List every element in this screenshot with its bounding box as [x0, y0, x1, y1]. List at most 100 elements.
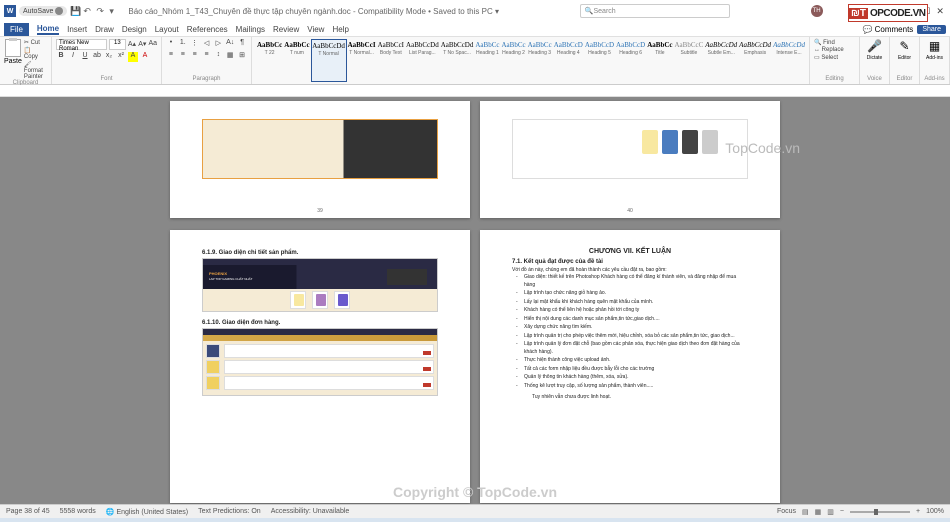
- style-item[interactable]: AaBbCcT 22: [256, 39, 283, 82]
- editor-icon[interactable]: ✎: [897, 39, 913, 55]
- style-item[interactable]: AaBbCcIBody Text: [377, 39, 405, 82]
- multilevel-button[interactable]: ⋮: [190, 39, 200, 49]
- zoom-level[interactable]: 100%: [926, 508, 944, 515]
- style-item[interactable]: AaBbCcIT Normal...: [347, 39, 377, 82]
- tab-layout[interactable]: Layout: [155, 25, 179, 34]
- strikethrough-button[interactable]: ab: [92, 52, 102, 62]
- section-heading: 6.1.10. Giao diện đơn hàng.: [202, 320, 438, 326]
- page-number: 40: [627, 208, 633, 214]
- style-item[interactable]: AaBbCcDdEmphasis: [738, 39, 772, 82]
- style-item[interactable]: AaBbCcDdT No Spac...: [440, 39, 475, 82]
- tab-file[interactable]: File: [4, 23, 29, 36]
- share-button[interactable]: Share: [917, 25, 946, 34]
- page-indicator[interactable]: Page 38 of 45: [6, 508, 50, 515]
- decrease-indent-button[interactable]: ◁: [202, 39, 212, 49]
- style-item[interactable]: AaBbCcTitle: [646, 39, 673, 82]
- format-painter-button[interactable]: 🖌 Format Painter: [24, 61, 47, 80]
- style-item[interactable]: AaBbCcDHeading 4: [553, 39, 584, 82]
- change-case-button[interactable]: Aa: [148, 40, 157, 50]
- taskbar: [0, 518, 950, 522]
- section-heading: 7.1. Kết quả đạt được của đề tài: [512, 259, 748, 265]
- web-layout-icon[interactable]: ▥: [827, 508, 834, 516]
- style-item[interactable]: AaBbCcHeading 2: [500, 39, 526, 82]
- tab-review[interactable]: Review: [273, 25, 299, 34]
- bullets-button[interactable]: •: [166, 39, 176, 49]
- line-spacing-button[interactable]: ↕: [213, 51, 223, 61]
- show-marks-button[interactable]: ¶: [237, 39, 247, 49]
- ruler[interactable]: [0, 85, 950, 97]
- focus-button[interactable]: Focus: [777, 508, 796, 515]
- increase-font-button[interactable]: A▴: [128, 40, 136, 50]
- numbering-button[interactable]: 1.: [178, 39, 188, 49]
- tab-design[interactable]: Design: [122, 25, 147, 34]
- tab-home[interactable]: Home: [37, 24, 59, 35]
- justify-button[interactable]: ≡: [202, 51, 212, 61]
- print-layout-icon[interactable]: ▦: [815, 508, 822, 516]
- group-editor: ✎ Editor Editor: [890, 37, 920, 84]
- style-item[interactable]: AaBbCcDdT Normal: [311, 39, 347, 82]
- addins-icon[interactable]: ▦: [927, 39, 943, 55]
- decrease-font-button[interactable]: A▾: [138, 40, 146, 50]
- underline-button[interactable]: U: [80, 52, 90, 62]
- redo-icon[interactable]: ↷: [96, 6, 106, 16]
- zoom-slider[interactable]: [850, 511, 910, 513]
- tab-view[interactable]: View: [307, 25, 324, 34]
- accessibility-indicator[interactable]: Accessibility: Unavailable: [271, 508, 350, 515]
- tab-insert[interactable]: Insert: [67, 25, 87, 34]
- paste-button[interactable]: Paste: [4, 39, 22, 80]
- increase-indent-button[interactable]: ▷: [213, 39, 223, 49]
- superscript-button[interactable]: x²: [116, 52, 126, 62]
- tab-help[interactable]: Help: [332, 25, 348, 34]
- save-icon[interactable]: 💾: [70, 6, 80, 16]
- document-area[interactable]: 39 6.1.9. Giao diện chi tiết sản phẩm. P…: [0, 97, 950, 507]
- style-item[interactable]: AaBbCcDdSubtle Em...: [704, 39, 738, 82]
- style-item[interactable]: AaBbCcHeading 3: [527, 39, 553, 82]
- user-avatar[interactable]: TH: [811, 5, 823, 17]
- page-41[interactable]: 6.1.9. Giao diện chi tiết sản phẩm. PHOE…: [170, 230, 470, 503]
- read-mode-icon[interactable]: ▤: [802, 508, 809, 516]
- font-name-select[interactable]: Times New Roman: [56, 39, 107, 50]
- cut-button[interactable]: ✂ Cut: [24, 39, 47, 46]
- page-42[interactable]: CHƯƠNG VII. KẾT LUẬN 7.1. Kết quả đạt đư…: [480, 230, 780, 503]
- style-item[interactable]: AaBbCcT num: [283, 39, 310, 82]
- style-item[interactable]: AaBbCcDHeading 5: [584, 39, 615, 82]
- select-button[interactable]: ▭ Select: [814, 54, 855, 61]
- style-item[interactable]: AaBbCcDdList Parag...: [405, 39, 440, 82]
- bold-button[interactable]: B: [56, 52, 66, 62]
- find-button[interactable]: 🔍 Find: [814, 39, 855, 46]
- language-indicator[interactable]: 🌐 English (United States): [106, 508, 188, 516]
- search-box[interactable]: 🔍 Search: [580, 4, 730, 18]
- style-item[interactable]: AaBbCcCSubtitle: [674, 39, 705, 82]
- zoom-out-button[interactable]: −: [840, 508, 844, 515]
- comments-button[interactable]: 💬 Comments: [862, 25, 913, 34]
- align-right-button[interactable]: ≡: [190, 51, 200, 61]
- text-predictions[interactable]: Text Predictions: On: [198, 508, 261, 515]
- tab-draw[interactable]: Draw: [95, 25, 114, 34]
- style-item[interactable]: AaBbCcDHeading 6: [615, 39, 646, 82]
- replace-button[interactable]: ↔ Replace: [814, 47, 855, 53]
- italic-button[interactable]: I: [68, 52, 78, 62]
- align-left-button[interactable]: ≡: [166, 51, 176, 61]
- sort-button[interactable]: A↓: [225, 39, 235, 49]
- borders-button[interactable]: ⊞: [237, 51, 247, 61]
- subscript-button[interactable]: x₂: [104, 52, 114, 62]
- style-item[interactable]: AaBbCcDdIntense E...: [772, 39, 805, 82]
- zoom-in-button[interactable]: +: [916, 508, 920, 515]
- align-center-button[interactable]: ≡: [178, 51, 188, 61]
- shading-button[interactable]: ▦: [225, 51, 235, 61]
- dictate-icon[interactable]: 🎤: [867, 39, 883, 55]
- tab-references[interactable]: References: [187, 25, 228, 34]
- style-item[interactable]: AaBbCcHeading 1: [474, 39, 500, 82]
- highlight-button[interactable]: A: [128, 52, 138, 62]
- font-size-select[interactable]: 13: [109, 39, 126, 50]
- close-button[interactable]: ✕: [936, 6, 944, 17]
- undo-icon[interactable]: ↶: [83, 6, 93, 16]
- word-count[interactable]: 5558 words: [60, 508, 96, 515]
- page-40[interactable]: 40: [480, 101, 780, 218]
- autosave-toggle[interactable]: AutoSave: [19, 6, 67, 16]
- font-color-button[interactable]: A: [140, 52, 150, 62]
- page-39[interactable]: 39: [170, 101, 470, 218]
- qat-dropdown-icon[interactable]: ▾: [109, 6, 119, 16]
- tab-mailings[interactable]: Mailings: [236, 25, 265, 34]
- copy-button[interactable]: 📋 Copy: [24, 47, 47, 60]
